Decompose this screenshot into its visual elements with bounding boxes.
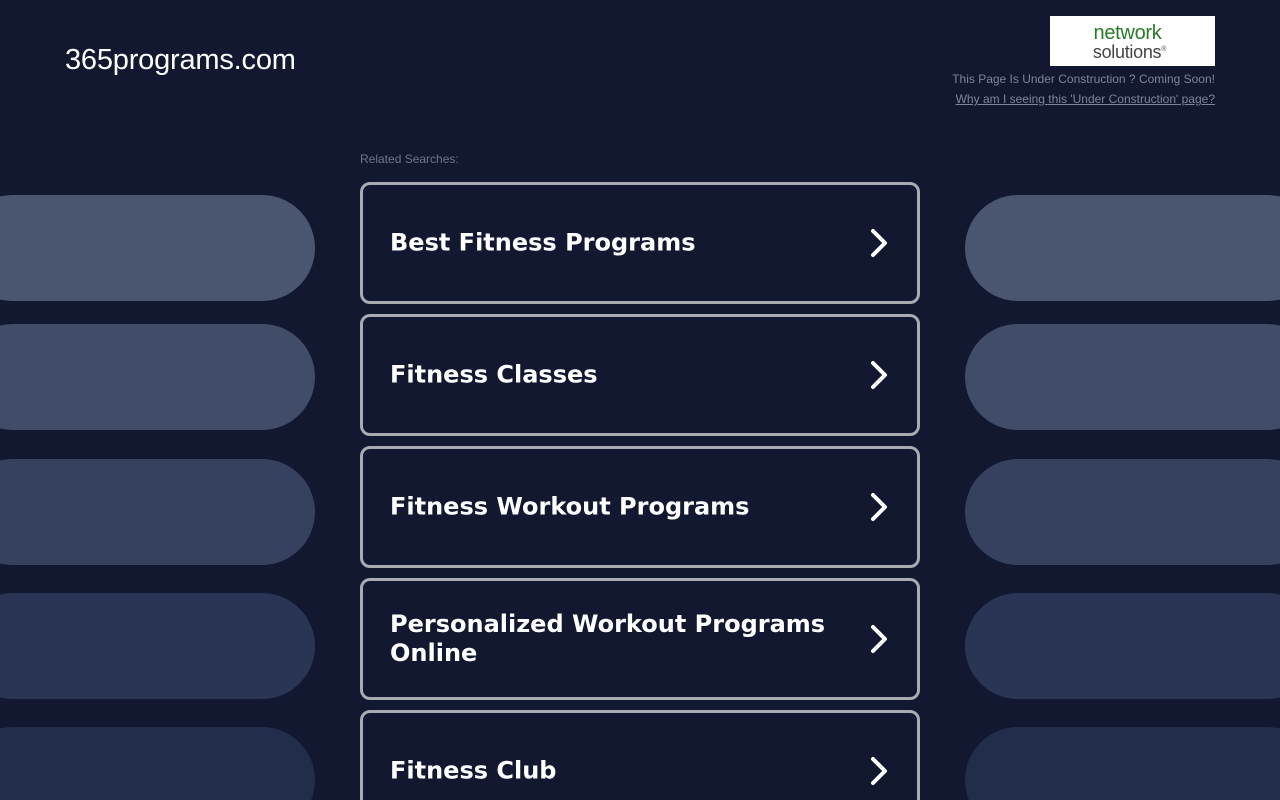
network-solutions-logo[interactable]: network solutions® [1050, 16, 1215, 66]
decor-pill-left-1 [0, 195, 315, 301]
page: 365programs.com network solutions® This … [0, 0, 1280, 800]
related-searches-label: Related Searches: [360, 152, 459, 166]
related-search-result[interactable]: Fitness Classes [360, 314, 920, 436]
related-search-result[interactable]: Personalized Workout Programs Online [360, 578, 920, 700]
result-label: Fitness Classes [390, 360, 598, 389]
domain-title: 365programs.com [65, 44, 296, 76]
related-search-result[interactable]: Fitness Workout Programs [360, 446, 920, 568]
logo-solutions-text: solutions [1092, 42, 1162, 62]
result-label: Best Fitness Programs [390, 228, 696, 257]
result-label: Fitness Club [390, 756, 557, 785]
decor-pill-right-1 [965, 195, 1280, 301]
decor-pill-right-4 [965, 593, 1280, 699]
decor-pill-left-3 [0, 459, 315, 565]
chevron-right-icon [871, 229, 887, 257]
chevron-right-icon [871, 625, 887, 653]
decor-pill-left-4 [0, 593, 315, 699]
logo-line-network: network [1093, 22, 1162, 44]
why-under-construction-link[interactable]: Why am I seeing this 'Under Construction… [956, 92, 1215, 106]
decor-pill-right-2 [965, 324, 1280, 430]
chevron-right-icon [871, 361, 887, 389]
result-label: Fitness Workout Programs [390, 492, 750, 521]
result-label: Personalized Workout Programs Online [390, 610, 826, 667]
decor-pill-right-3 [965, 459, 1280, 565]
decor-pill-left-5 [0, 727, 315, 800]
related-search-result[interactable]: Fitness Club [360, 710, 920, 800]
chevron-right-icon [871, 493, 887, 521]
related-search-result[interactable]: Best Fitness Programs [360, 182, 920, 304]
decor-pill-right-5 [965, 727, 1280, 800]
under-construction-text: This Page Is Under Construction ? Coming… [952, 72, 1215, 86]
logo-line-solutions: solutions® [1044, 43, 1215, 61]
logo-registered-mark: ® [1161, 46, 1167, 53]
chevron-right-icon [871, 757, 887, 785]
decor-pill-left-2 [0, 324, 315, 430]
